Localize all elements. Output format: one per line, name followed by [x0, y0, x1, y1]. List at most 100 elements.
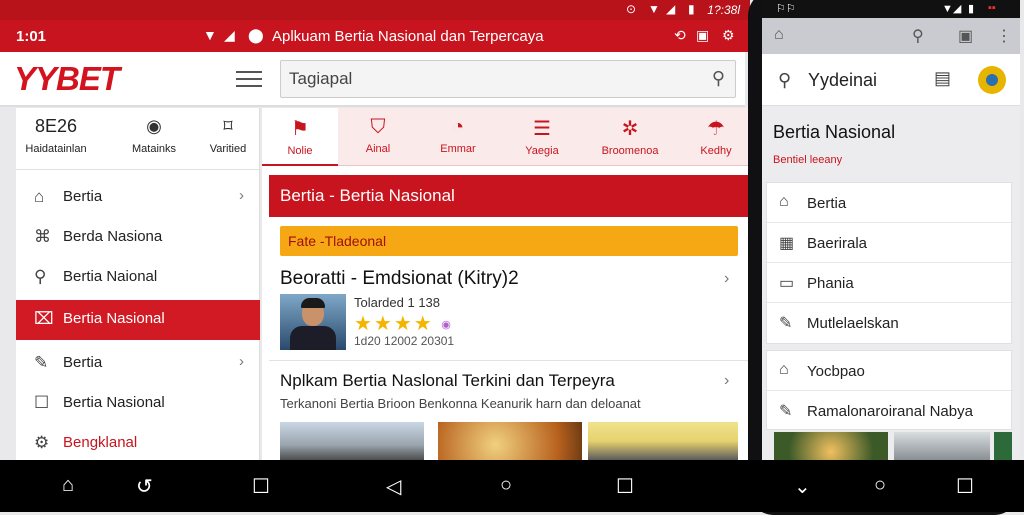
- phone-item-label: Ramalonaroiranal Nabya: [807, 403, 973, 420]
- phone-item-mutlelaelskan[interactable]: ✎ Mutlelaelskan: [767, 303, 1013, 343]
- square-icon[interactable]: ☐: [956, 474, 974, 499]
- search-input[interactable]: [289, 69, 689, 89]
- tab-label: Kedhy: [700, 145, 732, 157]
- search-icon[interactable]: ⚲: [712, 68, 725, 89]
- phone-image[interactable]: [994, 432, 1012, 460]
- sidebar-item-bertia-nasional-2[interactable]: ☐ Bertia Nasional: [16, 384, 260, 422]
- sidebar-item-berda-nasiona[interactable]: ⌘ Berda Nasiona: [16, 218, 260, 256]
- circle-icon[interactable]: ○: [874, 474, 886, 497]
- chart-icon: ☰: [533, 118, 551, 140]
- phone-item-bertia[interactable]: ⌂ Bertia: [767, 183, 1013, 223]
- tab-yaegia[interactable]: ☰ Yaegia: [504, 108, 580, 166]
- tab-label: Broomenoa: [601, 145, 659, 157]
- tab-nolie[interactable]: ⚑ Nolie: [262, 108, 338, 166]
- app-title: Aplkuam Bertia Nasional dan Terpercaya: [272, 28, 544, 45]
- phone-search-text[interactable]: Yydeinai: [808, 70, 877, 91]
- edit-icon: ✎: [779, 403, 793, 420]
- phone-menu-list: ⌂ Bertia ▦ Baerirala ▭ Phania ✎ Mutlelae…: [766, 182, 1013, 344]
- article-image[interactable]: [280, 422, 424, 460]
- article-date: 1d20 12002 20301: [354, 334, 455, 348]
- counter-icon: 8E26: [34, 116, 78, 136]
- phone-item-baerirala[interactable]: ▦ Baerirala: [767, 223, 1013, 263]
- tab-broomenoa[interactable]: ✲ Broomenoa: [590, 108, 670, 166]
- sidebar-top-item[interactable]: ◉ Matainks: [114, 116, 194, 155]
- battery-icon: ▮: [688, 2, 695, 16]
- phone-item-label: Yocbpao: [807, 363, 865, 380]
- search-icon[interactable]: ⚲: [912, 26, 924, 46]
- square-icon[interactable]: ☐: [252, 474, 270, 499]
- sidebar-item-label: Bertia Nasional: [63, 310, 165, 327]
- sidebar-top-item[interactable]: ⌑ Varitied: [188, 116, 268, 155]
- article-image[interactable]: [588, 422, 738, 460]
- square-icon[interactable]: ☐: [616, 474, 634, 499]
- phone-item-yocbpao[interactable]: ⌂ Yocbpao: [767, 351, 1013, 391]
- time-icon: ▪▪: [988, 2, 996, 14]
- sidebar-top-item[interactable]: 8E26 Haidatainlan: [16, 116, 96, 155]
- phone-page-title: Bertia Nasional: [773, 122, 896, 142]
- chevron-right-icon[interactable]: ›: [724, 270, 729, 288]
- article-title[interactable]: Beoratti - Emdsionat (Kitry)2: [280, 268, 519, 290]
- section-header: Bertia - Bertia Nasional: [269, 175, 748, 217]
- tab-emmar[interactable]: ◔ Emmar: [420, 108, 496, 166]
- shield-icon: ⛉: [370, 116, 386, 138]
- camera-icon: ◉: [146, 116, 162, 136]
- home-icon: ⌂: [34, 187, 45, 206]
- sidebar-item-label: Bertia: [63, 354, 103, 371]
- phone-search-header: ⚲ Yydeinai ▤: [762, 54, 1020, 106]
- down-icon[interactable]: ⌄: [794, 474, 811, 499]
- article-title[interactable]: Nplkam Bertia Naslonal Terkini dan Terpe…: [280, 371, 615, 391]
- sidebar-item-bertia-nasional-active[interactable]: ⌧ Bertia Nasional: [16, 300, 260, 340]
- back-icon[interactable]: ◁: [386, 474, 401, 499]
- sidebar-top-icons: 8E26 Haidatainlan ◉ Matainks ⌑ Varitied: [16, 108, 259, 170]
- tabs-icon[interactable]: ▣: [958, 26, 973, 46]
- chevron-right-icon: ›: [239, 187, 244, 204]
- card-icon[interactable]: ▣: [696, 27, 709, 44]
- divider: [269, 360, 748, 361]
- navigation-bar: ⌂ ↺ ☐ ◁ ○ ☐ ⌄ ○ ☐: [0, 460, 1024, 512]
- home-icon[interactable]: ⌂: [774, 26, 784, 44]
- building-icon: ⌂: [779, 193, 789, 210]
- bookmark-icon: ⌑: [223, 116, 233, 136]
- calendar-icon[interactable]: ▤: [934, 68, 951, 89]
- sidebar-item-label: Bengklanal: [63, 434, 138, 451]
- chevron-right-icon[interactable]: ›: [724, 372, 729, 390]
- tab-label: Ainal: [365, 143, 391, 155]
- gear-icon: ✲: [621, 118, 639, 140]
- phone-item-phania[interactable]: ▭ Phania: [767, 263, 1013, 303]
- settings-icon[interactable]: ⚙: [722, 27, 735, 44]
- search-icon: ⚲: [34, 267, 47, 286]
- more-icon[interactable]: ⋮: [996, 26, 1012, 46]
- sidebar-item-label: Berda Nasiona: [63, 228, 163, 245]
- circle-icon[interactable]: ○: [500, 474, 512, 497]
- building-icon: ⌂: [779, 361, 789, 378]
- sidebar-item-bertia-pen[interactable]: ✎ Bertia ›: [16, 344, 260, 382]
- tab-label: Yaegia: [525, 145, 559, 157]
- search-icon[interactable]: ⚲: [778, 70, 791, 91]
- wifi-icon: ▼: [203, 27, 217, 43]
- settings-icon: ⚙: [34, 433, 50, 452]
- battery-icon: ▮: [968, 3, 975, 15]
- sync-icon[interactable]: ⟲: [674, 27, 686, 44]
- search-bar[interactable]: ⚲: [280, 60, 736, 98]
- sidebar-item-bengklanal[interactable]: ⚙ Bengklanal: [16, 424, 260, 462]
- tab-kedhy[interactable]: ☂ Kedhy: [678, 108, 754, 166]
- flag-icon: ⚑: [291, 118, 309, 140]
- logo: YYBET: [14, 60, 120, 97]
- phone-image[interactable]: [774, 432, 888, 460]
- article-image[interactable]: [438, 422, 582, 460]
- recent-icon[interactable]: ↺: [136, 474, 153, 499]
- tab-ainal[interactable]: ⛉ Ainal: [340, 108, 416, 166]
- wifi-icon: ▼◢: [942, 3, 962, 15]
- avatar[interactable]: [978, 66, 1006, 94]
- menu-icon[interactable]: [236, 66, 262, 88]
- home-icon[interactable]: ⌂: [62, 474, 74, 497]
- phone-image[interactable]: [894, 432, 990, 460]
- sidebar-top-label: Varitied: [209, 143, 247, 155]
- article-thumbnail[interactable]: [280, 294, 346, 350]
- institution-icon: ⌘: [34, 227, 51, 246]
- sidebar-item-bertia[interactable]: ⌂ Bertia ›: [16, 178, 260, 216]
- highlight-banner[interactable]: Fate -Tladeonal: [280, 226, 738, 256]
- sidebar-item-bertia-naional[interactable]: ⚲ Bertia Naional: [16, 258, 260, 296]
- phone-item-ramalonaroiranal[interactable]: ✎ Ramalonaroiranal Nabya: [767, 391, 1013, 431]
- chevron-right-icon: ›: [239, 353, 244, 370]
